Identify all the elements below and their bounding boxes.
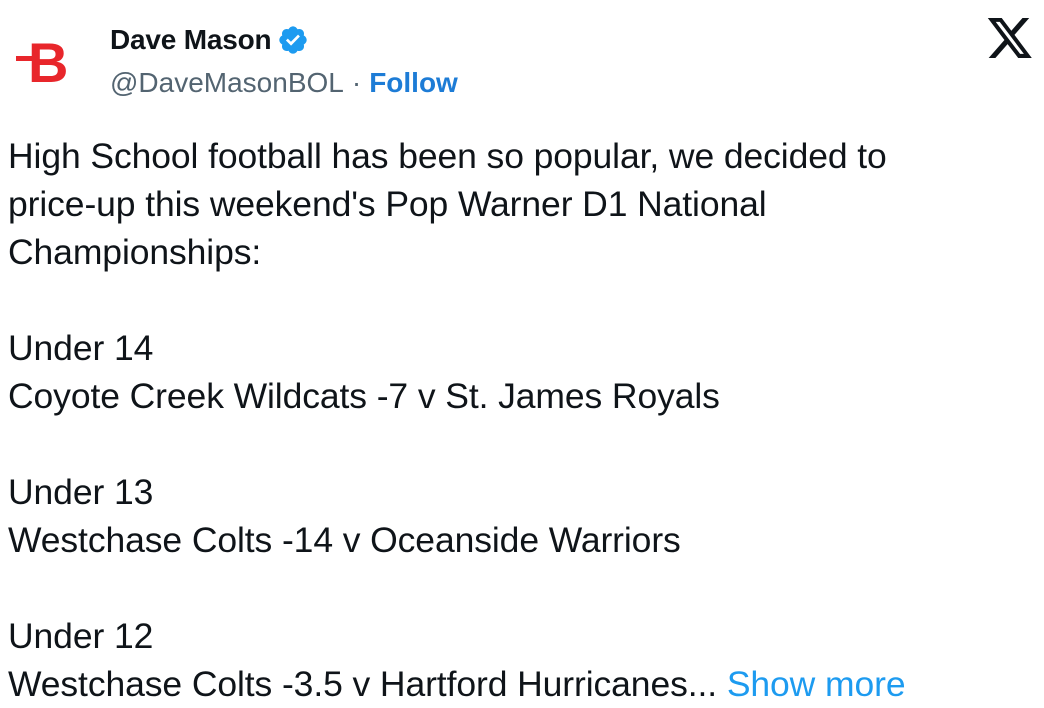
author-handle-row: @DaveMasonBOL · Follow <box>110 64 458 102</box>
game-matchup-last: Westchase Colts -3.5 v Hartford Hurrican… <box>8 660 1038 708</box>
avatar-letter: B <box>28 31 68 94</box>
tweet-intro-line: Championships: <box>8 232 262 272</box>
author-handle[interactable]: @DaveMasonBOL <box>110 67 344 99</box>
avatar[interactable]: B <box>14 22 86 94</box>
author-display-name[interactable]: Dave Mason <box>110 24 272 56</box>
game-division: Under 12 <box>8 616 154 656</box>
game-matchup: Coyote Creek Wildcats -7 v St. James Roy… <box>8 376 720 416</box>
game-matchup: Westchase Colts -14 v Oceanside Warriors <box>8 520 681 560</box>
x-logo-icon[interactable] <box>986 16 1034 62</box>
author-name-row: Dave Mason <box>110 20 309 60</box>
game-division: Under 13 <box>8 472 154 512</box>
tweet-header: B Dave Mason @DaveMasonBOL · Follow <box>0 0 1044 110</box>
separator-dot: · <box>351 67 362 98</box>
tweet-text: High School football has been so popular… <box>8 132 1038 708</box>
follow-button[interactable]: Follow <box>369 67 458 99</box>
game-matchup: Westchase Colts -3.5 v Hartford Hurrican… <box>8 664 718 704</box>
tweet-intro-line: price-up this weekend's Pop Warner D1 Na… <box>8 184 767 224</box>
tweet-intro-line: High School football has been so popular… <box>8 136 887 176</box>
verified-badge-icon <box>277 24 309 56</box>
game-division: Under 14 <box>8 328 154 368</box>
show-more-link[interactable]: Show more <box>727 664 906 704</box>
brand-logo-icon: B <box>16 31 68 94</box>
